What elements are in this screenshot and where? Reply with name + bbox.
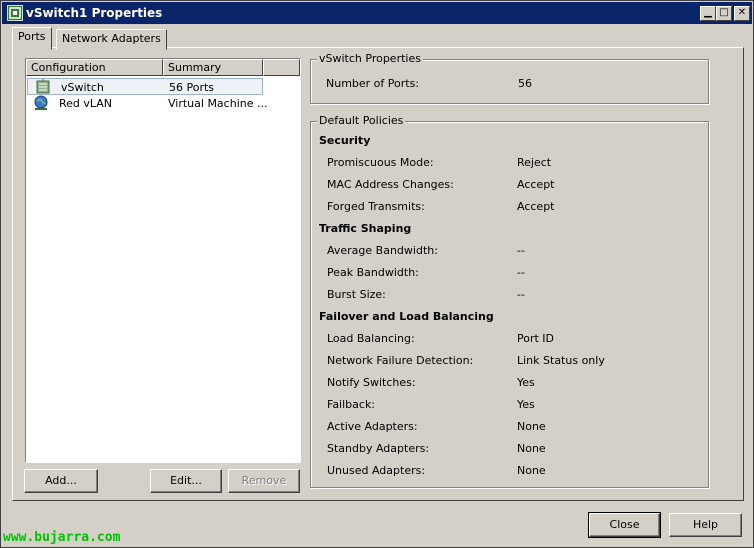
row-config: vSwitch bbox=[61, 81, 104, 94]
promiscuous-mode-value: Reject bbox=[517, 156, 552, 169]
number-of-ports-label: Number of Ports: bbox=[326, 77, 420, 90]
network-failure-detection-value: Link Status only bbox=[517, 354, 605, 367]
tab-label: Network Adapters bbox=[62, 32, 161, 45]
peak-bandwidth-value: -- bbox=[517, 266, 525, 279]
vswitch-app-icon bbox=[7, 5, 23, 21]
burst-size-label: Burst Size: bbox=[327, 288, 386, 301]
forged-transmits-label: Forged Transmits: bbox=[327, 200, 425, 213]
load-balancing-label: Load Balancing: bbox=[327, 332, 415, 345]
standby-adapters-value: None bbox=[517, 442, 546, 455]
maximize-button[interactable]: □ bbox=[716, 6, 732, 21]
active-adapters-value: None bbox=[517, 420, 546, 433]
mac-address-changes-value: Accept bbox=[517, 178, 555, 191]
unused-adapters-label: Unused Adapters: bbox=[327, 464, 426, 477]
number-of-ports-value: 56 bbox=[518, 77, 532, 90]
minimize-icon: ▁ bbox=[704, 7, 712, 18]
window-title: vSwitch1 Properties bbox=[26, 6, 163, 20]
title-bar[interactable]: vSwitch1 Properties ▁ □ ✕ bbox=[2, 2, 752, 24]
network-failure-detection-label: Network Failure Detection: bbox=[327, 354, 474, 367]
peak-bandwidth-label: Peak Bandwidth: bbox=[327, 266, 419, 279]
close-window-button[interactable]: ✕ bbox=[734, 6, 750, 21]
row-summary: Virtual Machine ... bbox=[168, 97, 268, 110]
add-button[interactable]: Add... bbox=[24, 469, 98, 493]
active-adapters-label: Active Adapters: bbox=[327, 420, 418, 433]
watermark-text: www.bujarra.com bbox=[3, 530, 121, 545]
tab-network-adapters[interactable]: Network Adapters bbox=[56, 29, 167, 50]
maximize-icon: □ bbox=[719, 7, 729, 18]
row-summary: 56 Ports bbox=[169, 81, 215, 94]
notify-switches-label: Notify Switches: bbox=[327, 376, 416, 389]
vswitch-properties-legend: vSwitch Properties bbox=[317, 52, 423, 65]
failback-label: Failback: bbox=[327, 398, 376, 411]
security-header: Security bbox=[319, 134, 371, 147]
default-policies-legend: Default Policies bbox=[317, 114, 406, 127]
notify-switches-value: Yes bbox=[517, 376, 535, 389]
properties-window: vSwitch1 Properties ▁ □ ✕ Ports Network … bbox=[0, 0, 754, 548]
traffic-shaping-header: Traffic Shaping bbox=[319, 222, 412, 235]
mac-address-changes-label: MAC Address Changes: bbox=[327, 178, 454, 191]
column-header-filler bbox=[263, 59, 300, 76]
promiscuous-mode-label: Promiscuous Mode: bbox=[327, 156, 434, 169]
column-header-configuration[interactable]: Configuration bbox=[26, 59, 163, 76]
failover-header: Failover and Load Balancing bbox=[319, 310, 494, 323]
column-header-summary[interactable]: Summary bbox=[163, 59, 263, 76]
close-icon: ✕ bbox=[737, 7, 747, 18]
list-item-red-vlan[interactable]: Red vLAN Virtual Machine ... bbox=[27, 95, 299, 112]
tab-label: Ports bbox=[18, 30, 46, 43]
unused-adapters-value: None bbox=[517, 464, 546, 477]
burst-size-value: -- bbox=[517, 288, 525, 301]
configuration-list[interactable]: Configuration Summary vSwitch 56 Ports R… bbox=[25, 58, 301, 463]
minimize-button[interactable]: ▁ bbox=[700, 6, 716, 21]
close-button[interactable]: Close bbox=[588, 512, 661, 538]
list-item-vswitch[interactable]: vSwitch 56 Ports bbox=[27, 78, 263, 95]
load-balancing-value: Port ID bbox=[517, 332, 555, 345]
standby-adapters-label: Standby Adapters: bbox=[327, 442, 430, 455]
remove-button[interactable]: Remove bbox=[228, 469, 300, 493]
average-bandwidth-label: Average Bandwidth: bbox=[327, 244, 438, 257]
row-config: Red vLAN bbox=[59, 97, 113, 110]
edit-button[interactable]: Edit... bbox=[150, 469, 222, 493]
average-bandwidth-value: -- bbox=[517, 244, 525, 257]
failback-value: Yes bbox=[517, 398, 535, 411]
forged-transmits-value: Accept bbox=[517, 200, 555, 213]
network-globe-icon bbox=[33, 95, 49, 114]
help-button[interactable]: Help bbox=[669, 513, 742, 537]
tab-ports[interactable]: Ports bbox=[12, 27, 52, 50]
